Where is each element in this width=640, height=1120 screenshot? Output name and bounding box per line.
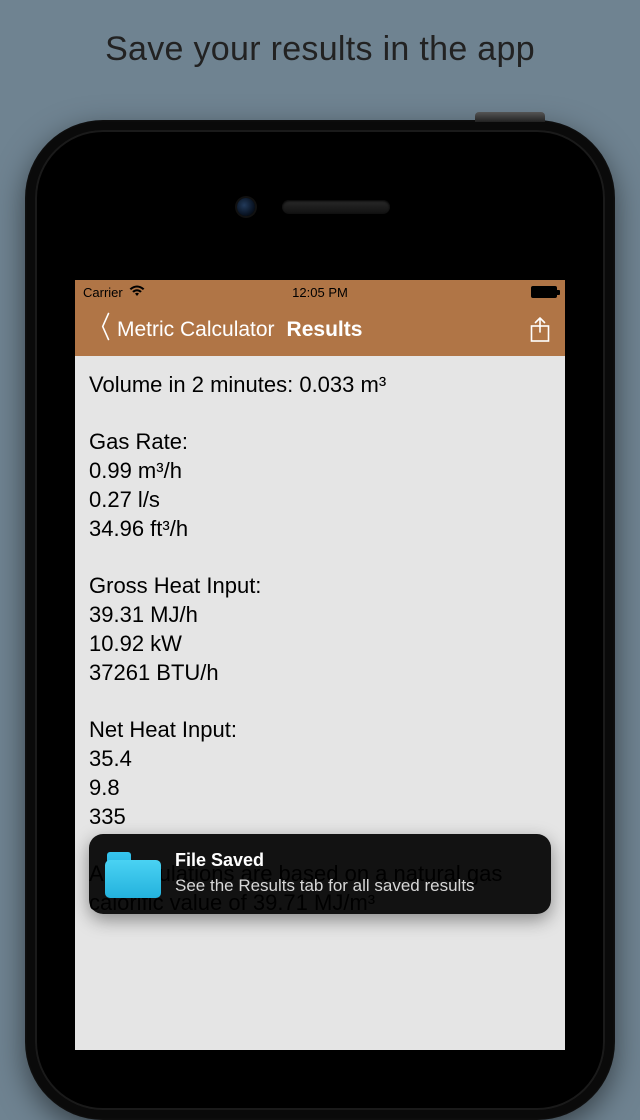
- gross-heat-line: 39.31 MJ/h: [89, 600, 551, 629]
- toast-title: File Saved: [175, 850, 475, 871]
- nav-bar: 〈 Metric Calculator Results: [75, 304, 565, 356]
- back-label: Metric Calculator: [117, 318, 275, 342]
- gas-rate-line: 0.99 m³/h: [89, 456, 551, 485]
- promo-title: Save your results in the app: [0, 0, 640, 69]
- status-bar: Carrier 12:05 PM: [75, 280, 565, 304]
- back-button[interactable]: 〈 Metric Calculator: [85, 318, 275, 342]
- share-button[interactable]: [529, 317, 551, 343]
- gross-heat-heading: Gross Heat Input:: [89, 571, 551, 600]
- page-title: Results: [287, 318, 363, 342]
- gross-heat-line: 10.92 kW: [89, 629, 551, 658]
- earpiece-speaker: [282, 200, 390, 214]
- gas-rate-line: 0.27 l/s: [89, 485, 551, 514]
- gas-rate-line: 34.96 ft³/h: [89, 514, 551, 543]
- toast-body: See the Results tab for all saved result…: [175, 875, 475, 897]
- phone-frame: Carrier 12:05 PM 〈 Metric Calculator Res…: [25, 120, 615, 1120]
- front-camera: [237, 198, 255, 216]
- power-button: [475, 112, 545, 122]
- volume-line: Volume in 2 minutes: 0.033 m³: [89, 370, 551, 399]
- net-heat-heading: Net Heat Input:: [89, 715, 551, 744]
- gross-heat-line: 37261 BTU/h: [89, 658, 551, 687]
- battery-icon: [531, 286, 557, 298]
- net-heat-line: 35.4: [89, 744, 551, 773]
- file-saved-toast[interactable]: File Saved See the Results tab for all s…: [89, 834, 551, 914]
- folder-icon: [105, 852, 161, 898]
- share-icon: [529, 317, 551, 343]
- gas-rate-heading: Gas Rate:: [89, 427, 551, 456]
- clock-label: 12:05 PM: [75, 285, 565, 300]
- net-heat-line: 9.8: [89, 773, 551, 802]
- net-heat-line: 335: [89, 802, 551, 831]
- phone-screen: Carrier 12:05 PM 〈 Metric Calculator Res…: [75, 280, 565, 1050]
